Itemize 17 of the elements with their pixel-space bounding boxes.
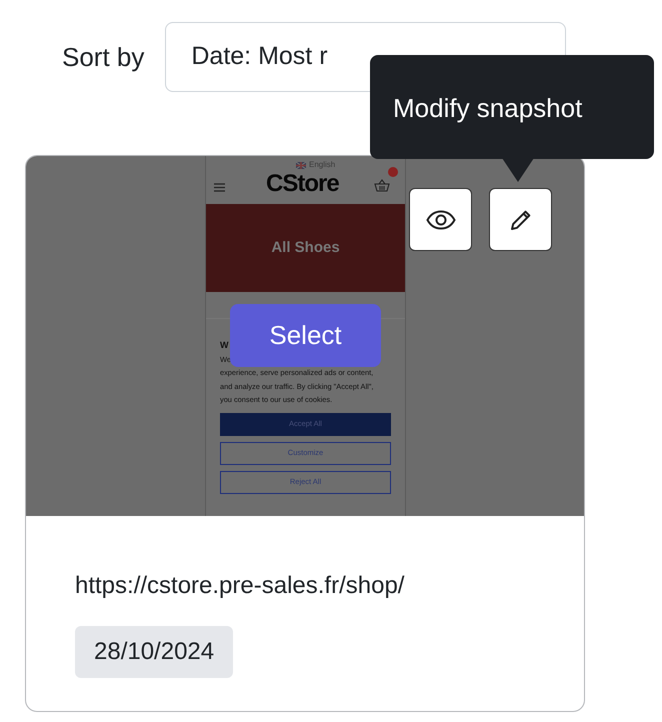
eye-icon [426,210,456,230]
flag-icon [296,162,306,168]
tooltip: Modify snapshot [370,55,654,159]
view-button[interactable] [409,188,472,251]
tooltip-arrow [502,158,534,182]
brand-logo: CStore [266,169,339,199]
select-button[interactable]: Select [230,304,381,367]
snapshot-url: https://cstore.pre-sales.fr/shop/ [75,571,406,601]
basket-icon [374,179,390,192]
date-tag: 28/10/2024 [75,626,234,678]
cart-badge [388,167,398,177]
menu-icon [214,183,225,192]
edit-button[interactable] [489,188,552,251]
pencil-icon [508,208,532,232]
cookie-heading: W [220,339,230,352]
banner-title: All Shoes [271,238,340,258]
sort-label: Sort by [62,40,144,74]
